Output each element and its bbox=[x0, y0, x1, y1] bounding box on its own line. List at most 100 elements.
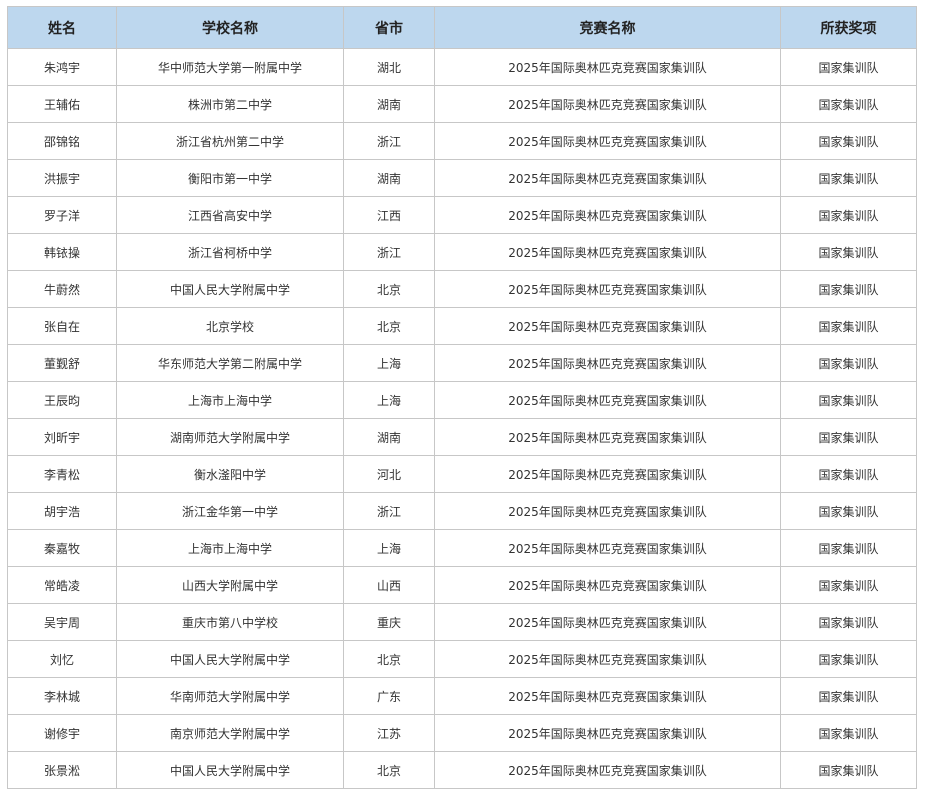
cell-award: 国家集训队 bbox=[780, 640, 917, 678]
award-table-container: 姓名 学校名称 省市 竞赛名称 所获奖项 朱鸿宇 华中师范大学第一附属中学 湖北… bbox=[7, 6, 917, 789]
cell-award: 国家集训队 bbox=[780, 159, 917, 197]
cell-award: 国家集训队 bbox=[780, 751, 917, 789]
cell-school: 浙江省柯桥中学 bbox=[116, 233, 344, 271]
cell-award: 国家集训队 bbox=[780, 344, 917, 382]
cell-province: 湖北 bbox=[343, 48, 435, 86]
cell-award: 国家集训队 bbox=[780, 122, 917, 160]
cell-province: 江苏 bbox=[343, 714, 435, 752]
cell-name: 刘忆 bbox=[7, 640, 117, 678]
cell-name: 邵锦铭 bbox=[7, 122, 117, 160]
cell-name: 韩铱操 bbox=[7, 233, 117, 271]
cell-competition: 2025年国际奥林匹克竞赛国家集训队 bbox=[434, 603, 781, 641]
table-row: 罗子洋 江西省高安中学 江西 2025年国际奥林匹克竞赛国家集训队 国家集训队 bbox=[7, 196, 917, 234]
cell-competition: 2025年国际奥林匹克竞赛国家集训队 bbox=[434, 492, 781, 530]
cell-school: 江西省高安中学 bbox=[116, 196, 344, 234]
cell-competition: 2025年国际奥林匹克竞赛国家集训队 bbox=[434, 677, 781, 715]
cell-name: 洪振宇 bbox=[7, 159, 117, 197]
table-row: 谢修宇 南京师范大学附属中学 江苏 2025年国际奥林匹克竞赛国家集训队 国家集… bbox=[7, 714, 917, 752]
cell-name: 罗子洋 bbox=[7, 196, 117, 234]
cell-province: 浙江 bbox=[343, 233, 435, 271]
cell-award: 国家集训队 bbox=[780, 233, 917, 271]
cell-school: 中国人民大学附属中学 bbox=[116, 640, 344, 678]
cell-name: 张景淞 bbox=[7, 751, 117, 789]
cell-competition: 2025年国际奥林匹克竞赛国家集训队 bbox=[434, 529, 781, 567]
cell-name: 张自在 bbox=[7, 307, 117, 345]
cell-competition: 2025年国际奥林匹克竞赛国家集训队 bbox=[434, 307, 781, 345]
table-row: 韩铱操 浙江省柯桥中学 浙江 2025年国际奥林匹克竞赛国家集训队 国家集训队 bbox=[7, 233, 917, 271]
cell-school: 北京学校 bbox=[116, 307, 344, 345]
table-row: 胡宇浩 浙江金华第一中学 浙江 2025年国际奥林匹克竞赛国家集训队 国家集训队 bbox=[7, 492, 917, 530]
cell-competition: 2025年国际奥林匹克竞赛国家集训队 bbox=[434, 48, 781, 86]
cell-school: 株洲市第二中学 bbox=[116, 85, 344, 123]
cell-award: 国家集训队 bbox=[780, 48, 917, 86]
cell-name: 谢修宇 bbox=[7, 714, 117, 752]
cell-school: 上海市上海中学 bbox=[116, 529, 344, 567]
table-row: 董觐舒 华东师范大学第二附属中学 上海 2025年国际奥林匹克竞赛国家集训队 国… bbox=[7, 344, 917, 382]
cell-province: 北京 bbox=[343, 307, 435, 345]
cell-province: 重庆 bbox=[343, 603, 435, 641]
cell-province: 上海 bbox=[343, 344, 435, 382]
cell-province: 湖南 bbox=[343, 85, 435, 123]
cell-competition: 2025年国际奥林匹克竞赛国家集训队 bbox=[434, 159, 781, 197]
cell-competition: 2025年国际奥林匹克竞赛国家集训队 bbox=[434, 714, 781, 752]
award-table: 姓名 学校名称 省市 竞赛名称 所获奖项 朱鸿宇 华中师范大学第一附属中学 湖北… bbox=[7, 6, 917, 789]
table-row: 洪振宇 衡阳市第一中学 湖南 2025年国际奥林匹克竞赛国家集训队 国家集训队 bbox=[7, 159, 917, 197]
cell-name: 刘昕宇 bbox=[7, 418, 117, 456]
cell-province: 北京 bbox=[343, 270, 435, 308]
cell-award: 国家集训队 bbox=[780, 603, 917, 641]
cell-name: 秦嘉牧 bbox=[7, 529, 117, 567]
cell-competition: 2025年国际奥林匹克竞赛国家集训队 bbox=[434, 233, 781, 271]
cell-competition: 2025年国际奥林匹克竞赛国家集训队 bbox=[434, 196, 781, 234]
table-row: 秦嘉牧 上海市上海中学 上海 2025年国际奥林匹克竞赛国家集训队 国家集训队 bbox=[7, 529, 917, 567]
cell-award: 国家集训队 bbox=[780, 529, 917, 567]
cell-school: 衡阳市第一中学 bbox=[116, 159, 344, 197]
cell-award: 国家集训队 bbox=[780, 307, 917, 345]
cell-name: 牛蔚然 bbox=[7, 270, 117, 308]
cell-award: 国家集训队 bbox=[780, 381, 917, 419]
cell-province: 北京 bbox=[343, 751, 435, 789]
header-row: 姓名 学校名称 省市 竞赛名称 所获奖项 bbox=[7, 6, 917, 49]
cell-name: 董觐舒 bbox=[7, 344, 117, 382]
cell-province: 北京 bbox=[343, 640, 435, 678]
cell-award: 国家集训队 bbox=[780, 196, 917, 234]
table-row: 常皓凌 山西大学附属中学 山西 2025年国际奥林匹克竞赛国家集训队 国家集训队 bbox=[7, 566, 917, 604]
cell-name: 王辰昀 bbox=[7, 381, 117, 419]
cell-province: 浙江 bbox=[343, 122, 435, 160]
cell-competition: 2025年国际奥林匹克竞赛国家集训队 bbox=[434, 270, 781, 308]
table-header: 姓名 学校名称 省市 竞赛名称 所获奖项 bbox=[7, 6, 917, 49]
cell-competition: 2025年国际奥林匹克竞赛国家集训队 bbox=[434, 418, 781, 456]
cell-name: 李林城 bbox=[7, 677, 117, 715]
cell-competition: 2025年国际奥林匹克竞赛国家集训队 bbox=[434, 751, 781, 789]
cell-competition: 2025年国际奥林匹克竞赛国家集训队 bbox=[434, 640, 781, 678]
cell-competition: 2025年国际奥林匹克竞赛国家集训队 bbox=[434, 85, 781, 123]
header-name: 姓名 bbox=[7, 6, 117, 49]
cell-award: 国家集训队 bbox=[780, 270, 917, 308]
cell-name: 胡宇浩 bbox=[7, 492, 117, 530]
header-award: 所获奖项 bbox=[780, 6, 917, 49]
table-body: 朱鸿宇 华中师范大学第一附属中学 湖北 2025年国际奥林匹克竞赛国家集训队 国… bbox=[7, 48, 917, 789]
cell-award: 国家集训队 bbox=[780, 492, 917, 530]
cell-school: 华南师范大学附属中学 bbox=[116, 677, 344, 715]
cell-province: 上海 bbox=[343, 529, 435, 567]
cell-competition: 2025年国际奥林匹克竞赛国家集训队 bbox=[434, 122, 781, 160]
cell-province: 湖南 bbox=[343, 418, 435, 456]
cell-name: 王辅佑 bbox=[7, 85, 117, 123]
cell-award: 国家集训队 bbox=[780, 455, 917, 493]
cell-school: 中国人民大学附属中学 bbox=[116, 751, 344, 789]
cell-school: 衡水滏阳中学 bbox=[116, 455, 344, 493]
cell-school: 华中师范大学第一附属中学 bbox=[116, 48, 344, 86]
cell-school: 中国人民大学附属中学 bbox=[116, 270, 344, 308]
table-row: 王辰昀 上海市上海中学 上海 2025年国际奥林匹克竞赛国家集训队 国家集训队 bbox=[7, 381, 917, 419]
cell-school: 浙江金华第一中学 bbox=[116, 492, 344, 530]
cell-competition: 2025年国际奥林匹克竞赛国家集训队 bbox=[434, 381, 781, 419]
cell-award: 国家集训队 bbox=[780, 677, 917, 715]
table-row: 李青松 衡水滏阳中学 河北 2025年国际奥林匹克竞赛国家集训队 国家集训队 bbox=[7, 455, 917, 493]
cell-name: 常皓凌 bbox=[7, 566, 117, 604]
cell-province: 江西 bbox=[343, 196, 435, 234]
cell-name: 李青松 bbox=[7, 455, 117, 493]
cell-competition: 2025年国际奥林匹克竞赛国家集训队 bbox=[434, 566, 781, 604]
cell-school: 湖南师范大学附属中学 bbox=[116, 418, 344, 456]
cell-name: 朱鸿宇 bbox=[7, 48, 117, 86]
table-row: 刘忆 中国人民大学附属中学 北京 2025年国际奥林匹克竞赛国家集训队 国家集训… bbox=[7, 640, 917, 678]
cell-province: 湖南 bbox=[343, 159, 435, 197]
